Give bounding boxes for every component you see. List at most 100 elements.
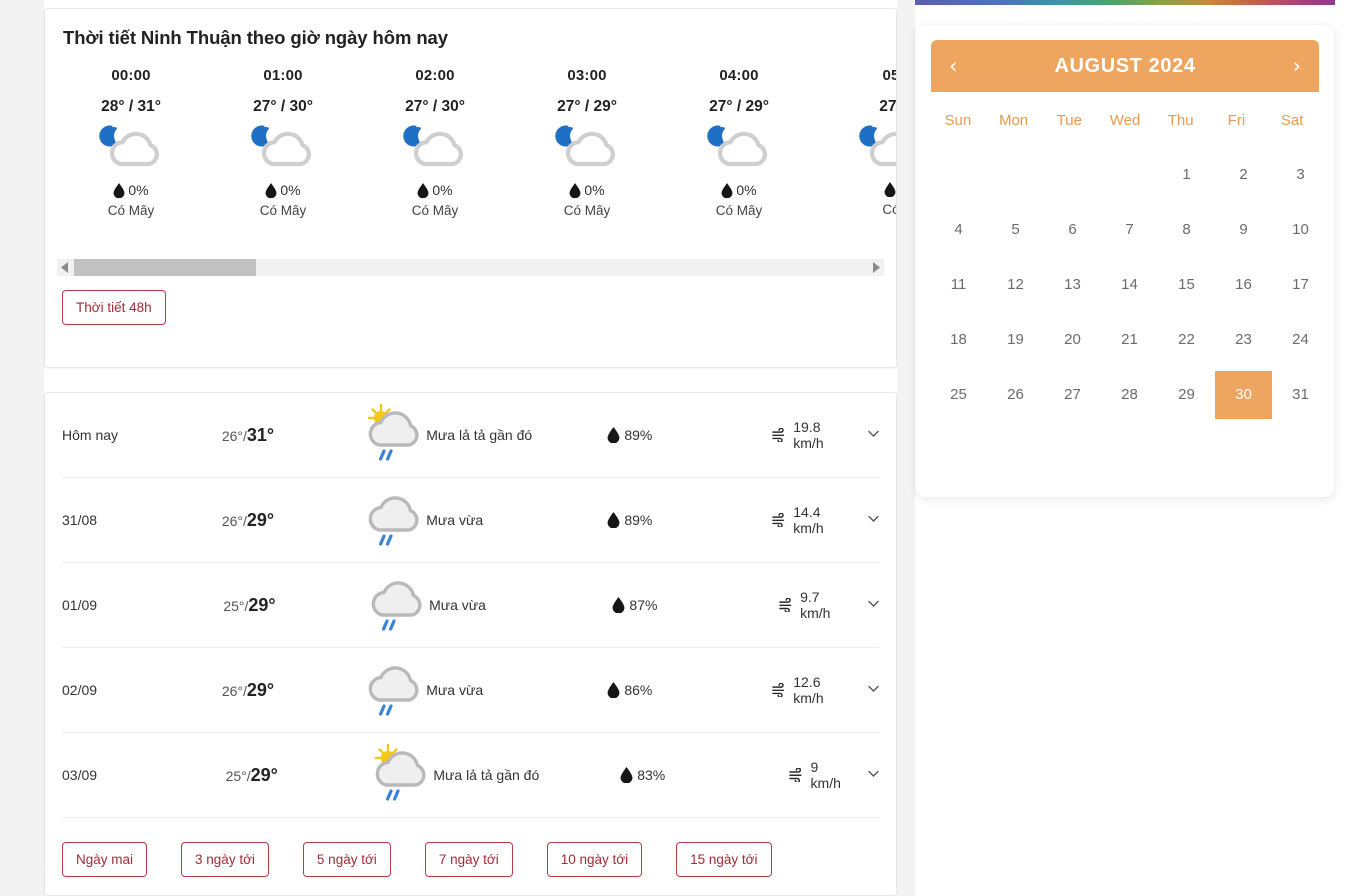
calendar-day-cell[interactable]: 16	[1215, 257, 1272, 312]
calendar-day[interactable]: 20	[1044, 316, 1101, 364]
calendar-day[interactable]: 14	[1101, 261, 1158, 309]
daily-expand-chevron-icon[interactable]	[868, 684, 879, 696]
calendar-day-cell[interactable]: 22	[1158, 312, 1215, 367]
calendar-day[interactable]: 31	[1272, 371, 1329, 419]
calendar-day-cell[interactable]: 7	[1101, 202, 1158, 257]
calendar-day-cell[interactable]: 23	[1215, 312, 1272, 367]
daily-expand-chevron-icon[interactable]	[868, 769, 879, 781]
calendar-day[interactable]: 6	[1044, 206, 1101, 254]
calendar-day-cell[interactable]: 13	[1044, 257, 1101, 312]
calendar-day[interactable]: 5	[987, 206, 1044, 254]
scroll-left-arrow-icon[interactable]	[57, 259, 74, 276]
scroll-right-arrow-icon[interactable]	[867, 259, 884, 276]
hourly-scrollbar-thumb[interactable]	[74, 259, 257, 276]
calendar-day[interactable]: 11	[930, 261, 987, 309]
calendar-day[interactable]: 12	[987, 261, 1044, 309]
daily-expand-chevron-icon[interactable]	[868, 514, 879, 526]
forecast-range-button[interactable]: 5 ngày tới	[302, 842, 391, 877]
calendar-day-selected[interactable]: 30	[1215, 370, 1272, 419]
daily-expand-chevron-icon[interactable]	[868, 599, 879, 611]
calendar-day-cell[interactable]: 2	[1215, 147, 1272, 202]
calendar-day[interactable]: 29	[1158, 371, 1215, 419]
daily-expand-chevron-icon[interactable]	[868, 429, 879, 441]
calendar-day-cell[interactable]: 17	[1272, 257, 1329, 312]
calendar-next-month-icon[interactable]: ›	[1293, 55, 1301, 77]
calendar-day[interactable]: 10	[1272, 206, 1329, 254]
calendar-day[interactable]: 19	[987, 316, 1044, 364]
forecast-range-button[interactable]: Ngày mai	[62, 842, 148, 877]
calendar-prev-month-icon[interactable]: ‹	[949, 55, 957, 77]
calendar-day-cell[interactable]: 24	[1272, 312, 1329, 367]
calendar-day-cell[interactable]: 9	[1215, 202, 1272, 257]
calendar-day[interactable]: 13	[1044, 261, 1101, 309]
calendar-day[interactable]: 1	[1158, 151, 1215, 199]
calendar-day[interactable]: 17	[1272, 261, 1329, 309]
calendar-day[interactable]: 15	[1158, 261, 1215, 309]
daily-forecast-row[interactable]: 01/09 25°/29° Mưa vừa 87% 9.7 km/h	[62, 563, 879, 648]
calendar-day[interactable]: 8	[1158, 206, 1215, 254]
calendar-day-cell[interactable]: 25	[930, 367, 987, 422]
forecast-range-button[interactable]: 7 ngày tới	[424, 842, 513, 877]
calendar-day-cell[interactable]: 29	[1158, 367, 1215, 422]
hourly-scrollbar-track[interactable]	[74, 259, 867, 276]
calendar-day[interactable]: 27	[1044, 371, 1101, 419]
forecast-range-button[interactable]: 3 ngày tới	[181, 842, 269, 877]
daily-date: 02/09	[62, 682, 98, 698]
hourly-scrollbar[interactable]	[57, 259, 884, 276]
calendar-day-cell[interactable]: 3	[1272, 147, 1329, 202]
daily-weather-icon	[362, 489, 424, 551]
calendar-day-cell[interactable]: 4	[930, 202, 987, 257]
calendar-day-cell[interactable]: 5	[987, 202, 1044, 257]
calendar-day-cell[interactable]: 21	[1101, 312, 1158, 367]
calendar-day-cell[interactable]: 1	[1158, 147, 1215, 202]
calendar-day-cell[interactable]: 19	[987, 312, 1044, 367]
hourly-weather-icon	[815, 122, 896, 180]
calendar-empty-cell	[1101, 147, 1158, 202]
hourly-precip-value: 0%	[280, 182, 301, 198]
calendar-day-cell[interactable]: 20	[1044, 312, 1101, 367]
daily-forecast-row[interactable]: Hôm nay 26°/31° Mưa lả tả gần đó 89% 19.8 km…	[62, 393, 879, 478]
calendar-day-cell[interactable]: 8	[1158, 202, 1215, 257]
calendar-day-cell[interactable]: 10	[1272, 202, 1329, 257]
calendar-day-cell[interactable]: 18	[930, 312, 987, 367]
calendar-day-cell[interactable]: 15	[1158, 257, 1215, 312]
calendar-day[interactable]: 18	[930, 316, 987, 364]
calendar-day-cell[interactable]: 27	[1044, 367, 1101, 422]
calendar-day-cell[interactable]: 12	[987, 257, 1044, 312]
calendar-day-cell[interactable]: 30	[1215, 367, 1272, 422]
daily-forecast-row[interactable]: 31/08 26°/29° Mưa vừa 89% 14.4 km/h	[62, 478, 879, 563]
daily-condition-text: Mưa vừa	[426, 682, 484, 698]
calendar-day[interactable]: 7	[1101, 206, 1158, 254]
hourly-time: 03:00	[567, 67, 607, 84]
calendar-day[interactable]: 21	[1101, 316, 1158, 364]
hourly-scroll-viewport[interactable]: 00:00 28° / 31° 0% Có Mây 01:00 27° / 30° 0% Có…	[45, 67, 896, 247]
calendar-day[interactable]: 22	[1158, 316, 1215, 364]
daily-forecast-row[interactable]: 03/09 25°/29° Mưa lả tả gần đó 83% 9 km/h	[62, 733, 879, 818]
calendar-day[interactable]: 9	[1215, 206, 1272, 254]
weather-48h-button[interactable]: Thời tiết 48h	[62, 290, 166, 325]
calendar-widget: ‹ AUGUST 2024 › Sun Mon Tue Wed Thu Fri Sat 12…	[916, 25, 1334, 497]
calendar-day[interactable]: 23	[1215, 316, 1272, 364]
calendar-empty-day	[1101, 151, 1158, 199]
calendar-day[interactable]: 24	[1272, 316, 1329, 364]
calendar-day[interactable]: 26	[987, 371, 1044, 419]
forecast-range-button[interactable]: 15 ngày tới	[676, 842, 772, 877]
calendar-day[interactable]: 3	[1272, 151, 1329, 199]
calendar-day-cell[interactable]: 11	[930, 257, 987, 312]
calendar-day-cell[interactable]: 28	[1101, 367, 1158, 422]
daily-wind-value: 9 km/h	[810, 759, 841, 791]
calendar-day[interactable]: 28	[1101, 371, 1158, 419]
calendar-day-cell[interactable]: 14	[1101, 257, 1158, 312]
hourly-condition: Có Mây	[259, 203, 307, 218]
calendar-day[interactable]: 16	[1215, 261, 1272, 309]
hourly-weather-icon	[55, 122, 207, 180]
calendar-day[interactable]: 2	[1215, 151, 1272, 199]
calendar-day[interactable]: 25	[930, 371, 987, 419]
cloud-rain-icon	[371, 581, 422, 631]
calendar-day-cell[interactable]: 31	[1272, 367, 1329, 422]
calendar-day-cell[interactable]: 26	[987, 367, 1044, 422]
calendar-day[interactable]: 4	[930, 206, 987, 254]
calendar-day-cell[interactable]: 6	[1044, 202, 1101, 257]
forecast-range-button[interactable]: 10 ngày tới	[546, 842, 643, 877]
daily-forecast-row[interactable]: 02/09 26°/29° Mưa vừa 86% 12.6 km/h	[62, 648, 879, 733]
